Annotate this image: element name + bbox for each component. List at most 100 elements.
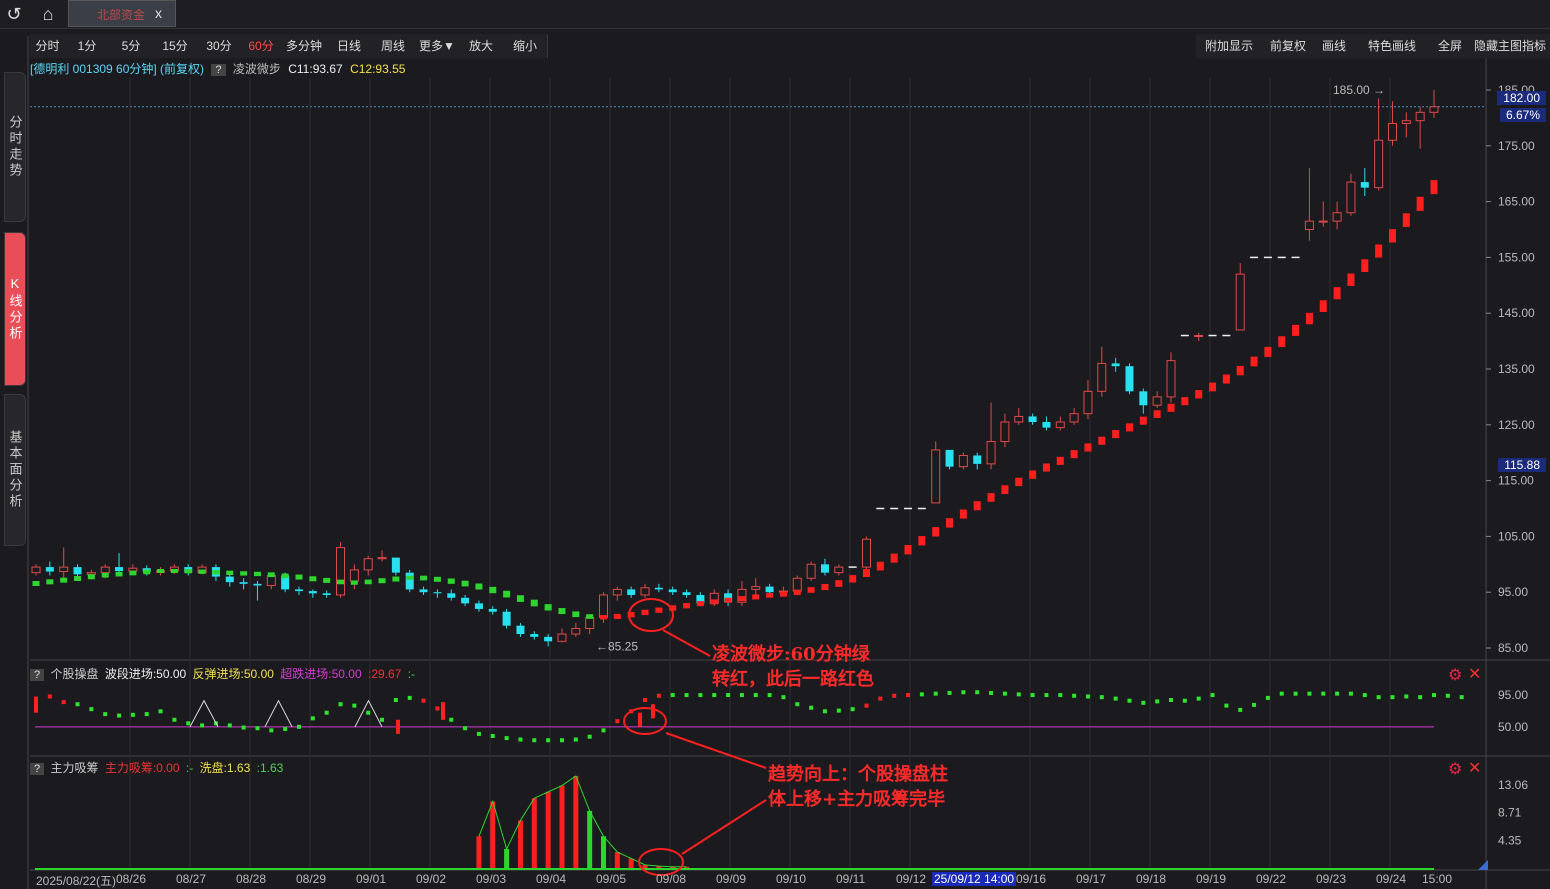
period-8-button[interactable]: 周线	[371, 34, 416, 58]
panel2-bar-4	[651, 704, 655, 719]
toolbar-right-2-button[interactable]: 画线	[1314, 34, 1355, 58]
panel2-mark-99	[1404, 694, 1409, 699]
panel3-y-label-0: 13.06	[1498, 778, 1528, 792]
candle-36	[530, 634, 539, 637]
close-icon[interactable]: x	[155, 5, 162, 21]
panel2-mark-45	[656, 693, 661, 698]
period-0-button[interactable]: 分时	[30, 34, 66, 58]
panel2-mark-36	[532, 738, 537, 743]
panel2-mark-67	[961, 690, 966, 695]
lbwb-mark-78	[1112, 430, 1120, 439]
period-5-button[interactable]: 60分	[241, 34, 282, 58]
lbwb-mark-6	[115, 571, 123, 577]
x-tick-label-21: 09/24	[1376, 872, 1407, 886]
candle-5	[100, 566, 110, 574]
panel2-mark-80	[1141, 700, 1146, 705]
panel2-mark-86	[1224, 703, 1229, 708]
period-6-button[interactable]: 多分钟	[281, 34, 328, 58]
toolbar-right-3-button[interactable]: 特色画线	[1354, 34, 1431, 58]
indicator-c1: C11:93.67	[288, 62, 343, 76]
panel3-close-icon[interactable]: ✕	[1468, 758, 1481, 778]
panel2-mark-5	[103, 712, 108, 717]
chart-info: [德明利 001309 60分钟] (前复权) ? 凌波微步 C11:93.67…	[30, 60, 409, 77]
panel2-mark-6	[117, 713, 122, 718]
panel2-mark-55	[795, 702, 800, 707]
annotation-arrow-3	[681, 799, 767, 855]
panel3-help-button[interactable]: ?	[30, 763, 45, 775]
lbwb-mark-45	[655, 607, 663, 613]
panel2-mark-81	[1155, 699, 1160, 704]
period-1-button[interactable]: 1分	[65, 34, 110, 58]
candle-71	[1014, 415, 1024, 423]
lbwb-mark-48	[696, 601, 704, 607]
candle-100	[1415, 111, 1425, 122]
candle-3	[73, 567, 82, 575]
x-tick-label-14: 09/12	[896, 872, 927, 886]
x-tick-label-0: 2025/08/22(五)	[36, 874, 117, 888]
panel2-mark-54	[781, 695, 786, 700]
y-tick-label-3: 155.00	[1498, 250, 1535, 264]
document-tab[interactable]: 北部资金 x	[68, 0, 176, 27]
panel2-mark-21	[324, 710, 329, 715]
lbwb-mark-61	[876, 561, 884, 571]
lbwb-mark-72	[1029, 470, 1037, 479]
y-tick-label-6: 125.00	[1498, 418, 1535, 432]
period-10-button[interactable]: 放大	[459, 34, 504, 58]
panel2-mark-1	[47, 694, 52, 699]
panel3-title: ? 主力吸筹 主力吸筹:0.00 :- 洗盘:1.63 :1.63	[30, 759, 286, 776]
panel2-mark-50	[726, 693, 731, 698]
candle-56	[806, 563, 816, 579]
help-button[interactable]: ?	[211, 64, 226, 76]
nav-intraday-label: 分时走势	[7, 115, 23, 179]
panel3-gear-icon[interactable]: ⚙	[1448, 759, 1462, 779]
lbwb-mark-80	[1139, 416, 1147, 425]
panel3-line	[478, 775, 687, 868]
lbwb-mark-47	[683, 603, 691, 609]
candle-15	[239, 582, 248, 584]
nav-intraday[interactable]: 分时走势	[4, 72, 26, 222]
panel2-mark-10	[172, 717, 177, 722]
lbwb-mark-82	[1167, 403, 1175, 412]
period-3-button[interactable]: 15分	[153, 34, 198, 58]
period-9-button[interactable]: 更多▼	[415, 34, 460, 58]
candle-14	[225, 576, 234, 583]
x-tick-label-20: 09/23	[1316, 872, 1347, 886]
nav-fundamental[interactable]: 基本面分析	[4, 394, 26, 546]
lbwb-mark-17	[267, 572, 275, 578]
home-icon[interactable]: ⌂	[36, 3, 60, 25]
period-4-button[interactable]: 30分	[197, 34, 242, 58]
panel2-mark-96	[1362, 693, 1367, 698]
candle-72	[1028, 416, 1037, 423]
panel2-gear-icon[interactable]: ⚙	[1448, 665, 1462, 685]
candle-68	[973, 455, 982, 464]
candle-80	[1139, 391, 1148, 406]
lbwb-mark-9	[157, 568, 165, 573]
panel2-mark-4	[89, 707, 94, 712]
period-7-button[interactable]: 日线	[327, 34, 372, 58]
lbwb-mark-8	[143, 569, 151, 575]
toolbar-right-5-button[interactable]: 隐藏主图指标	[1470, 34, 1550, 58]
panel3-y-label-2: 4.35	[1498, 833, 1522, 847]
panel2-mark-3	[75, 702, 80, 707]
period-11-button[interactable]: 缩小	[503, 34, 548, 58]
back-icon[interactable]: ↺	[2, 3, 26, 25]
indicator-name: 凌波微步	[232, 62, 281, 76]
panel3-bar-38	[559, 785, 565, 868]
lbwb-mark-56	[807, 587, 815, 593]
toolbar-right-0-button[interactable]: 附加显示	[1196, 34, 1263, 58]
toolbar-right-1-button[interactable]: 前复权	[1262, 34, 1315, 58]
lbwb-mark-21	[323, 577, 331, 583]
lbwb-mark-95	[1347, 273, 1355, 286]
panel2-close-icon[interactable]: ✕	[1468, 664, 1481, 684]
panel2-mark-100	[1418, 695, 1423, 700]
nav-kline[interactable]: K线分析	[4, 232, 26, 386]
panel2-mark-24	[366, 710, 371, 715]
panel2-mark-17	[269, 728, 274, 733]
indicator-c2: C12:93.55	[350, 62, 406, 76]
lbwb-mark-44	[641, 609, 649, 616]
candle-66	[945, 449, 954, 467]
panel2-help-button[interactable]: ?	[30, 669, 45, 681]
toolbar-right-4-button[interactable]: 全屏	[1430, 34, 1471, 58]
period-2-button[interactable]: 5分	[109, 34, 154, 58]
tab-title: 北部资金	[97, 8, 146, 22]
